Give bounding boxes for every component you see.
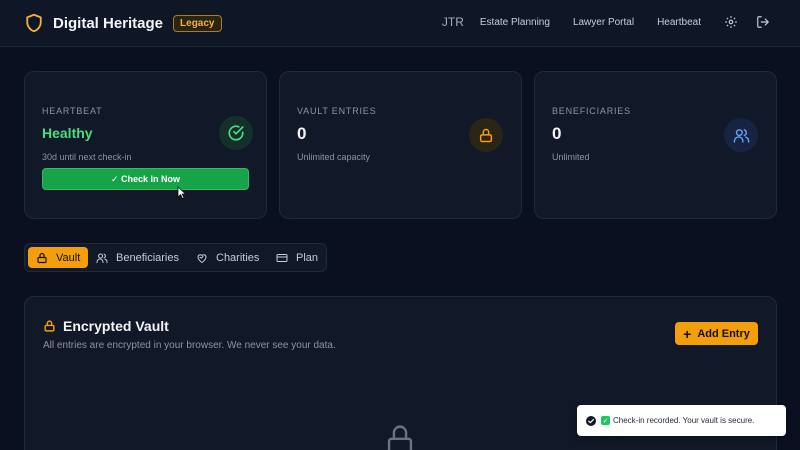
lock-icon: [44, 320, 55, 332]
tab-charities[interactable]: Charities: [188, 247, 267, 268]
beneficiaries-limit: Unlimited: [552, 152, 590, 162]
users-icon: [96, 253, 108, 263]
lock-icon: [479, 128, 493, 142]
tab-beneficiaries[interactable]: Beneficiaries: [88, 247, 187, 268]
vault-capacity: Unlimited capacity: [297, 152, 371, 162]
tab-vault-label: Vault: [56, 251, 81, 264]
logout-icon[interactable]: [756, 15, 770, 29]
mouse-cursor-icon: [177, 186, 187, 200]
toast-notification: ✓ Check-in recorded. Your vault is secur…: [577, 405, 786, 436]
empty-state-lock-icon: [387, 425, 413, 450]
section-tabs: Vault Beneficiaries Charities Plan: [24, 243, 327, 272]
tab-charities-label: Charities: [216, 251, 260, 264]
tab-vault[interactable]: Vault: [28, 247, 89, 268]
main-nav: JTR Estate Planning Lawyer Portal Heartb…: [442, 15, 770, 29]
brand[interactable]: Digital Heritage Legacy: [25, 13, 222, 33]
check-circle-icon: [586, 415, 596, 426]
nav-heartbeat[interactable]: Heartbeat: [657, 17, 701, 28]
nav-estate-planning[interactable]: Estate Planning: [480, 17, 550, 28]
shield-icon: [26, 13, 42, 33]
vault-heading: Encrypted Vault: [43, 318, 169, 334]
vault-entries-count: 0: [297, 124, 307, 143]
beneficiaries-icon-wrap: [724, 118, 758, 152]
check-mark-emoji-icon: ✓: [601, 416, 610, 425]
users-icon: [733, 128, 749, 143]
tab-plan-label: Plan: [296, 251, 319, 264]
tab-beneficiaries-label: Beneficiaries: [116, 251, 179, 264]
beneficiaries-label: BENEFICIARIES: [552, 106, 631, 116]
toast-message: Check-in recorded. Your vault is secure.: [613, 416, 755, 425]
heartbeat-countdown: 30d until next check-in: [42, 152, 132, 162]
heartbeat-card: HEARTBEAT Healthy 30d until next check-i…: [24, 71, 267, 219]
add-entry-button[interactable]: + Add Entry: [675, 322, 758, 345]
user-initials[interactable]: JTR: [442, 15, 464, 29]
beneficiaries-card: BENEFICIARIES 0 Unlimited: [534, 71, 777, 219]
heartbeat-status: Healthy: [42, 125, 93, 141]
check-circle-icon: [228, 125, 244, 141]
heartbeat-label: HEARTBEAT: [42, 106, 103, 116]
tab-plan[interactable]: Plan: [268, 247, 326, 268]
vault-title: Encrypted Vault: [63, 318, 169, 334]
credit-card-icon: [276, 253, 288, 262]
plus-icon: +: [683, 325, 692, 342]
vault-entries-label: VAULT ENTRIES: [297, 106, 377, 116]
brand-title: Digital Heritage: [53, 14, 164, 32]
lock-icon: [37, 252, 47, 263]
beneficiaries-count: 0: [552, 124, 562, 143]
add-entry-label: Add Entry: [697, 327, 750, 340]
plan-badge: Legacy: [173, 14, 222, 32]
nav-lawyer-portal[interactable]: Lawyer Portal: [573, 17, 634, 28]
vault-description: All entries are encrypted in your browse…: [43, 340, 336, 351]
heart-handshake-icon: [197, 253, 207, 263]
vault-icon-wrap: [469, 118, 503, 152]
heartbeat-icon-wrap: [219, 116, 253, 150]
gear-icon[interactable]: [724, 15, 738, 29]
vault-entries-card: VAULT ENTRIES 0 Unlimited capacity: [279, 71, 522, 219]
check-in-button[interactable]: ✓ Check In Now: [42, 168, 249, 190]
top-header: Digital Heritage Legacy JTR Estate Plann…: [0, 0, 800, 47]
